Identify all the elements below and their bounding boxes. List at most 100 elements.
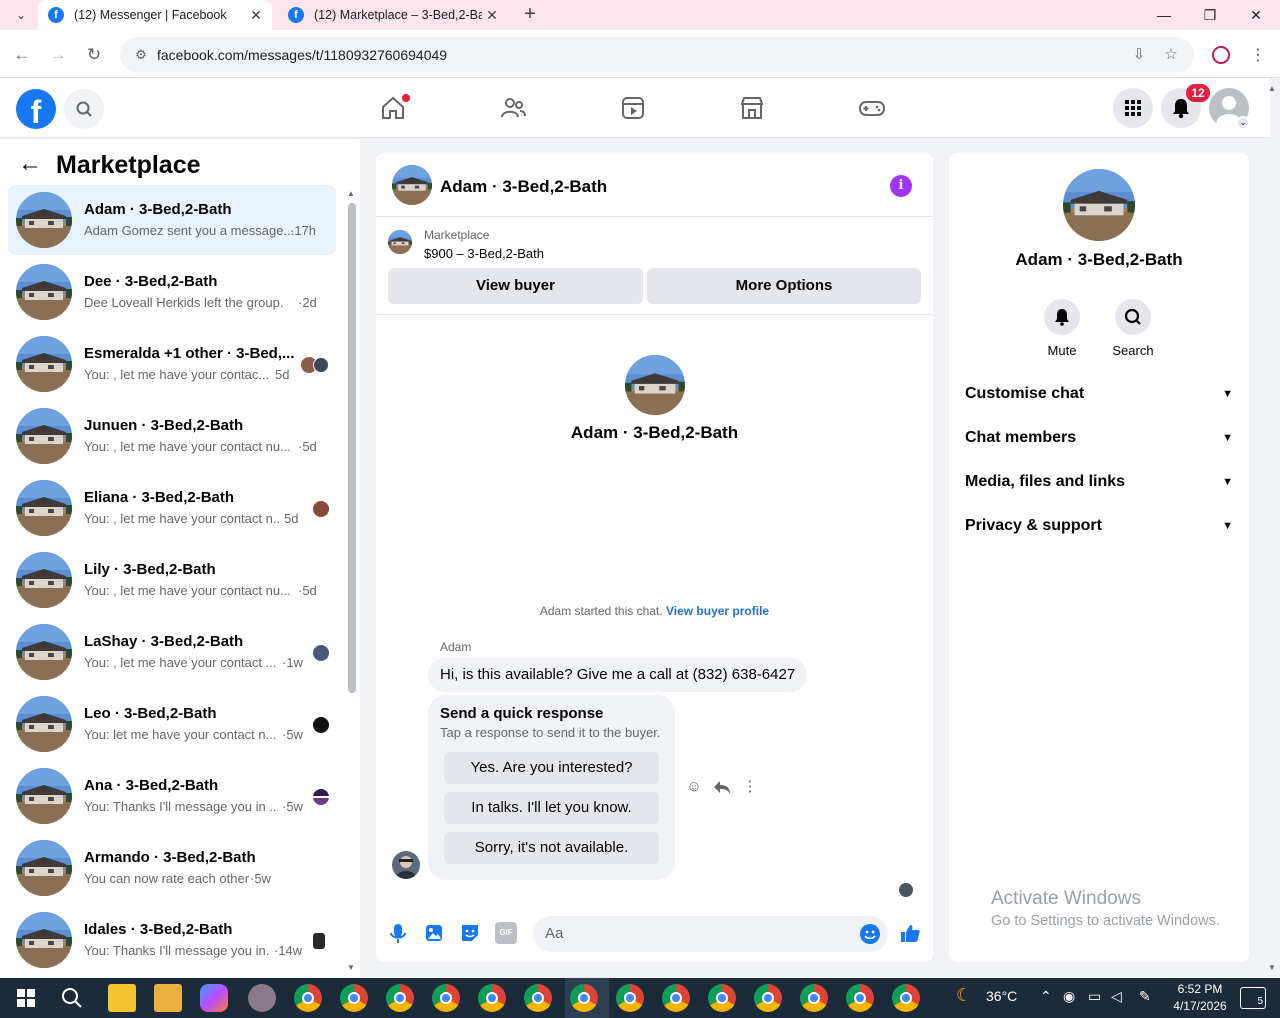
conversation-item[interactable]: LaShay · 3-Bed,2-Bath You: , let me have…	[8, 617, 336, 687]
search-button[interactable]	[64, 89, 104, 129]
menu-button[interactable]	[1113, 88, 1153, 128]
pen-icon[interactable]: ✎	[1139, 988, 1151, 1005]
microphone-icon[interactable]	[387, 922, 409, 944]
conversation-item[interactable]: Esmeralda +1 other · 3-Bed,... You: , le…	[8, 329, 336, 399]
facebook-logo[interactable]: f	[16, 89, 56, 129]
window-close-button[interactable]: ✕	[1241, 4, 1271, 26]
weather-temperature[interactable]: 36°C	[986, 988, 1017, 1004]
listing-price-title[interactable]: $900 – 3-Bed,2-Bath	[424, 246, 544, 261]
close-icon[interactable]: ✕	[482, 7, 502, 24]
chrome-icon[interactable]	[432, 984, 460, 1012]
site-info-icon[interactable]: ⚙	[132, 46, 150, 64]
view-buyer-button[interactable]: View buyer	[388, 268, 643, 304]
conversation-item[interactable]: Eliana · 3-Bed,2-Bath You: , let me have…	[8, 473, 336, 543]
conversation-item[interactable]: Junuen · 3-Bed,2-Bath You: , let me have…	[8, 401, 336, 471]
emoji-icon[interactable]	[860, 924, 880, 944]
file-explorer-icon[interactable]	[154, 984, 182, 1012]
chat-title[interactable]: Adam · 3-Bed,2-Bath	[440, 177, 607, 197]
windows-start-icon[interactable]	[12, 984, 40, 1012]
chrome-icon[interactable]	[662, 984, 690, 1012]
bookmark-star-icon[interactable]: ☆	[1161, 45, 1181, 65]
tray-chevron-icon[interactable]: ⌃	[1040, 988, 1052, 1005]
tab-messenger[interactable]: f (12) Messenger | Facebook ✕	[38, 0, 272, 30]
conversation-item[interactable]: Armando · 3-Bed,2-Bath You can now rate …	[8, 833, 336, 903]
install-app-icon[interactable]: ⇩	[1129, 45, 1149, 65]
reply-icon[interactable]	[712, 777, 732, 797]
photo-icon[interactable]	[423, 922, 445, 944]
url-text[interactable]: facebook.com/messages/t/1180932760694049	[157, 47, 447, 63]
chrome-active-icon[interactable]	[570, 984, 598, 1012]
mute-button[interactable]: Mute	[1027, 299, 1097, 358]
page-scroll-down-arrow[interactable]: ▼	[1268, 963, 1276, 972]
forward-button[interactable]: →	[46, 43, 70, 67]
marketplace-icon[interactable]	[738, 94, 766, 122]
battery-icon[interactable]: ▭	[1088, 988, 1101, 1005]
quick-response-yes-button[interactable]: Yes. Are you interested?	[444, 752, 659, 784]
back-arrow-icon[interactable]: ←	[18, 151, 44, 177]
back-button[interactable]: ←	[10, 43, 34, 67]
scroll-down-arrow[interactable]: ▼	[347, 963, 355, 972]
chevron-down-icon[interactable]: ⌄	[1236, 116, 1250, 130]
more-options-button[interactable]: More Options	[647, 268, 921, 304]
chrome-icon[interactable]	[294, 984, 322, 1012]
sticker-icon[interactable]	[459, 922, 481, 944]
chrome-icon[interactable]	[892, 984, 920, 1012]
new-tab-button[interactable]: +	[518, 3, 542, 27]
tab-marketplace[interactable]: f (12) Marketplace – 3-Bed,2-Bath ✕	[278, 0, 508, 30]
close-icon[interactable]: ✕	[246, 7, 266, 24]
customise-chat-section[interactable]: Customise chat ▼	[965, 380, 1233, 408]
info-icon[interactable]: i	[890, 175, 912, 197]
chrome-icon[interactable]	[386, 984, 414, 1012]
react-smiley-icon[interactable]: ☺	[684, 777, 704, 797]
chrome-icon[interactable]	[846, 984, 874, 1012]
conversation-item[interactable]: Idales · 3-Bed,2-Bath You: Thanks I'll m…	[8, 905, 336, 975]
quick-response-talks-button[interactable]: In talks. I'll let you know.	[444, 792, 659, 824]
chrome-icon[interactable]	[524, 984, 552, 1012]
weather-moon-icon[interactable]: ☾	[956, 985, 972, 1006]
listing-thumbnail[interactable]	[388, 230, 412, 254]
more-actions-icon[interactable]: ⋮	[740, 777, 760, 797]
scrollbar-thumb[interactable]	[348, 203, 356, 693]
minimize-button[interactable]: —	[1149, 4, 1179, 26]
privacy-support-section[interactable]: Privacy & support ▼	[965, 512, 1233, 540]
browser-menu-icon[interactable]: ⋮	[1250, 45, 1266, 65]
chrome-icon[interactable]	[800, 984, 828, 1012]
sender-avatar[interactable]	[392, 851, 420, 879]
address-bar[interactable]: ⚙ facebook.com/messages/t/11809327606940…	[120, 37, 1194, 73]
profile-avatar[interactable]	[1063, 169, 1135, 241]
browser-profile-icon[interactable]	[1212, 46, 1230, 64]
gaming-icon[interactable]	[858, 94, 886, 122]
chrome-icon[interactable]	[754, 984, 782, 1012]
restore-button[interactable]: ❐	[1195, 4, 1225, 26]
tab-search-chevron-icon[interactable]: ⌄	[10, 5, 32, 25]
page-scroll-up-arrow[interactable]: ▲	[1268, 84, 1276, 93]
conversation-item[interactable]: Ana · 3-Bed,2-Bath You: Thanks I'll mess…	[8, 761, 336, 831]
message-bubble[interactable]: Hi, is this available? Give me a call at…	[428, 658, 808, 692]
chat-members-section[interactable]: Chat members ▼	[965, 424, 1233, 452]
search-in-chat-button[interactable]: Search	[1098, 299, 1168, 358]
chrome-icon[interactable]	[616, 984, 644, 1012]
conversation-item[interactable]: Adam · 3-Bed,2-Bath Adam Gomez sent you …	[8, 185, 336, 255]
conversation-item[interactable]: Leo · 3-Bed,2-Bath You: let me have your…	[8, 689, 336, 759]
clock-date[interactable]: 4/17/2026	[1165, 999, 1235, 1013]
sticky-notes-icon[interactable]	[108, 984, 136, 1012]
copilot-icon[interactable]	[200, 984, 228, 1012]
scroll-up-arrow[interactable]: ▲	[347, 189, 355, 198]
conversation-item[interactable]: Lily · 3-Bed,2-Bath You: , let me have y…	[8, 545, 336, 615]
conversation-item[interactable]: Dee · 3-Bed,2-Bath Dee Loveall Herkids l…	[8, 257, 336, 327]
chat-avatar[interactable]	[392, 165, 432, 205]
volume-icon[interactable]: ◁	[1111, 988, 1122, 1005]
chrome-icon[interactable]	[478, 984, 506, 1012]
thumbs-up-icon[interactable]	[899, 922, 921, 944]
chrome-icon[interactable]	[340, 984, 368, 1012]
message-input[interactable]: Aa	[533, 916, 888, 952]
paint-app-icon[interactable]	[248, 984, 276, 1012]
quick-response-unavailable-button[interactable]: Sorry, it's not available.	[444, 832, 659, 864]
gif-icon[interactable]: GIF	[495, 922, 517, 944]
network-icon[interactable]: ◉	[1063, 988, 1075, 1005]
media-files-links-section[interactable]: Media, files and links ▼	[965, 468, 1233, 496]
clock-time[interactable]: 6:52 PM	[1165, 982, 1235, 996]
friends-icon[interactable]	[499, 94, 527, 122]
chrome-icon[interactable]	[708, 984, 736, 1012]
video-icon[interactable]	[619, 94, 647, 122]
